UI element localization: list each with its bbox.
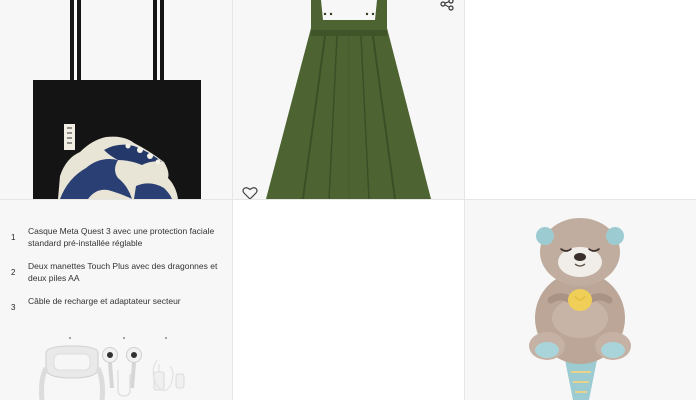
green-dress-tile[interactable] [233, 0, 464, 199]
contents-list: 1 Casque Meta Quest 3 avec une protectio… [8, 226, 228, 324]
share-icon[interactable] [438, 0, 456, 14]
product-image-grid: 1 Casque Meta Quest 3 avec une protectio… [0, 0, 696, 400]
item-number: 1 [11, 233, 16, 242]
quest-contents-tile[interactable]: 1 Casque Meta Quest 3 avec une protectio… [0, 200, 232, 400]
item-text: Câble de recharge et adaptateur secteur [28, 296, 181, 306]
grid-divider [0, 199, 696, 200]
item-number: 2 [11, 268, 16, 277]
item-text: Casque Meta Quest 3 avec une protection … [28, 226, 215, 248]
green-dress-image [266, 0, 431, 199]
grid-divider [232, 0, 233, 400]
empty-product-tile [233, 200, 464, 400]
list-item: 3 Câble de recharge et adaptateur secteu… [8, 296, 228, 312]
quest-kit-image [39, 337, 185, 400]
heart-icon[interactable] [241, 186, 259, 199]
otter-plush-tile[interactable] [465, 200, 696, 400]
item-number: 3 [11, 303, 16, 312]
grid-divider [464, 0, 465, 400]
tote-bag-image [33, 0, 201, 199]
list-item: 2 Deux manettes Touch Plus avec des drag… [8, 261, 228, 284]
empty-product-tile [465, 0, 696, 199]
otter-plush-image [529, 218, 631, 400]
tote-bag-tile[interactable] [0, 0, 232, 199]
list-item: 1 Casque Meta Quest 3 avec une protectio… [8, 226, 228, 249]
item-text: Deux manettes Touch Plus avec des dragon… [28, 261, 218, 283]
